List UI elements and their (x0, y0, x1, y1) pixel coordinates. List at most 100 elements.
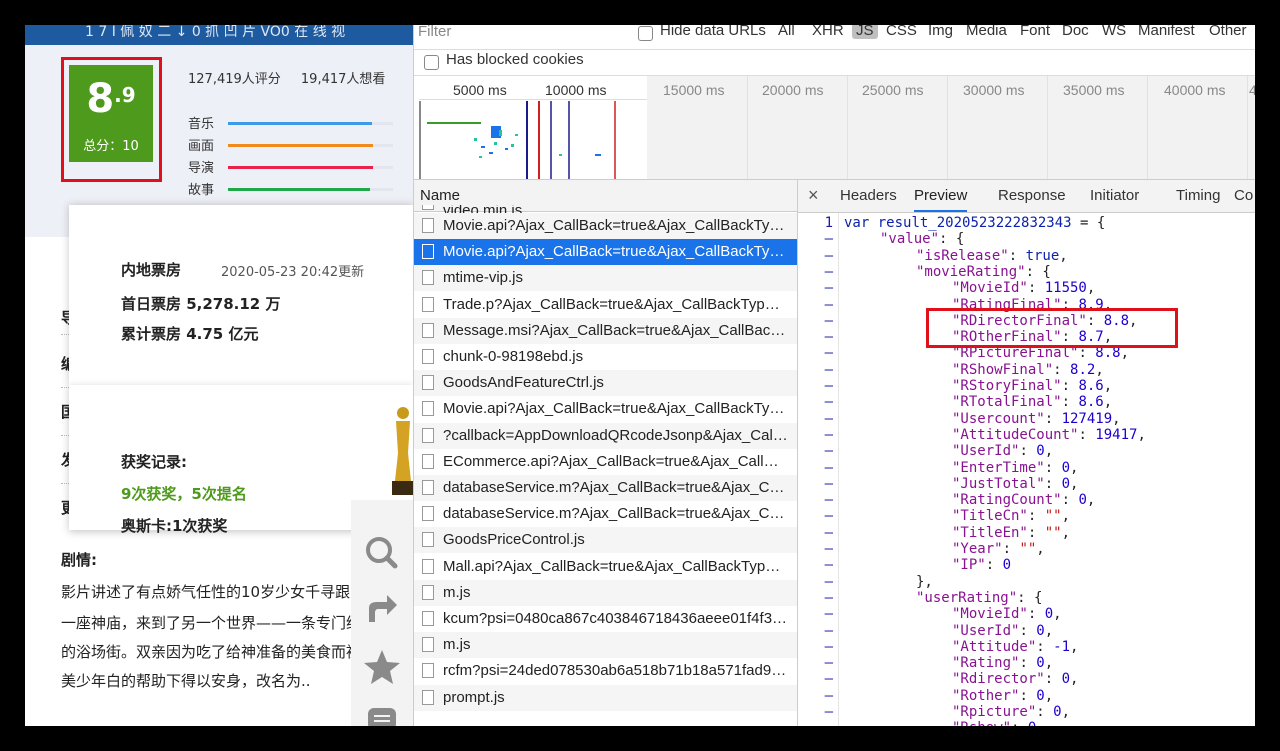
code-token: "RShowFinal" (952, 361, 1054, 378)
request-row[interactable]: kcum?psi=0480ca867c403846718436aeee01f4f… (414, 606, 797, 632)
code-token: 0 (1036, 655, 1045, 672)
code-line: "userRating": { (916, 590, 1042, 606)
request-row[interactable]: GoodsPriceControl.js (414, 527, 797, 554)
rating-bar-fill (228, 144, 374, 147)
code-token: "Attitude" (952, 638, 1037, 655)
close-icon[interactable]: × (808, 180, 819, 210)
filter-input[interactable]: Filter (418, 25, 618, 45)
filter-xhr[interactable]: XHR (812, 25, 844, 39)
request-row[interactable]: GoodsAndFeatureCtrl.js (414, 370, 797, 397)
request-row[interactable]: Mall.api?Ajax_CallBack=true&Ajax_CallBac… (414, 554, 797, 580)
code-token: , (1059, 247, 1068, 264)
blocked-cookies-checkbox[interactable] (424, 55, 439, 70)
request-row[interactable]: ?callback=AppDownloadQRcodeJsonp&Ajax_Ca… (414, 422, 797, 449)
code-line: var result_2020523222832343 = { (844, 215, 1105, 231)
code-token: 11550 (1044, 280, 1087, 297)
rating-bar-track (228, 166, 393, 169)
code-token: "RStoryFinal" (952, 378, 1062, 394)
code-line: "Rdirector": 0, (952, 671, 1078, 687)
code-token: : (1019, 622, 1037, 639)
request-row[interactable]: prompt.js (414, 684, 797, 711)
request-row[interactable]: Movie.api?Ajax_CallBack=true&Ajax_CallBa… (414, 239, 797, 266)
filter-doc[interactable]: Doc (1062, 25, 1089, 39)
request-name: Trade.p?Ajax_CallBack=true&Ajax_CallBack… (443, 295, 788, 313)
code-token: , (1070, 671, 1079, 688)
code-token: var (844, 215, 870, 231)
search-icon (366, 537, 398, 569)
line-marker: – (824, 606, 833, 623)
code-token: 19417 (1095, 426, 1138, 443)
code-token: , (1070, 459, 1079, 476)
tab-response[interactable]: Response (998, 180, 1066, 212)
code-token: "EnterTime" (952, 459, 1045, 476)
code-token: : (1027, 508, 1045, 525)
awards-count[interactable]: 9次获奖，5次提名 (121, 483, 247, 504)
tab-timing[interactable]: Timing (1176, 180, 1220, 212)
request-row[interactable]: Trade.p?Ajax_CallBack=true&Ajax_CallBack… (414, 292, 797, 318)
overview-selection[interactable]: 5000 ms 10000 ms (419, 76, 648, 179)
code-line: "UserId": 0, (952, 443, 1053, 459)
overview-timeline: 15000 ms 20000 ms 25000 ms 30000 ms 3500… (647, 76, 1255, 179)
request-row[interactable]: rcfm?psi=24ded078530ab6a518b71b18a571fad… (414, 658, 797, 684)
filter-all[interactable]: All (778, 25, 795, 39)
code-line: "MovieId": 0, (952, 606, 1062, 622)
filter-ws[interactable]: WS (1102, 25, 1126, 39)
plot-line: 的浴场街。双亲因为吃了给神准备的美食而被变成 (61, 643, 392, 661)
line-number: 1 (824, 215, 833, 231)
filter-media[interactable]: Media (966, 25, 1007, 39)
favorite-tool-button[interactable] (351, 640, 413, 696)
request-row[interactable]: Movie.api?Ajax_CallBack=true&Ajax_CallBa… (414, 213, 797, 239)
line-marker: – (824, 410, 833, 427)
share-tool-button[interactable] (351, 582, 413, 638)
detail-tabs: × Headers Preview Response Initiator Tim… (798, 180, 1255, 213)
waterfall-overview-graph (419, 101, 616, 179)
line-marker: – (824, 247, 833, 264)
request-row[interactable]: chunk-0-98198ebd.js (414, 344, 797, 370)
network-overview[interactable]: 5000 ms 10000 ms 15000 ms 20000 ms 25000… (414, 76, 1255, 180)
request-row[interactable]: m.js (414, 579, 797, 606)
filter-js[interactable]: JS (852, 25, 878, 39)
search-tool-button[interactable] (351, 525, 413, 581)
code-line: "Rshow": 0, (952, 720, 1045, 726)
request-name: ECommerce.api?Ajax_CallBack=true&Ajax_Ca… (443, 452, 788, 470)
filter-css[interactable]: CSS (886, 25, 917, 39)
request-row[interactable]: databaseService.m?Ajax_CallBack=true&Aja… (414, 475, 797, 501)
line-marker: – (824, 557, 833, 574)
line-marker: – (824, 541, 833, 557)
code-token: "UserId" (952, 622, 1020, 639)
code-token: : { (1017, 589, 1043, 606)
request-row[interactable]: ECommerce.api?Ajax_CallBack=true&Ajax_Ca… (414, 449, 797, 475)
request-row[interactable]: Movie.api?Ajax_CallBack=true&Ajax_CallBa… (414, 396, 797, 422)
comment-tool-button[interactable] (351, 698, 413, 726)
code-token: , (1036, 541, 1045, 557)
tick-line (747, 76, 748, 179)
hide-data-urls-checkbox[interactable] (638, 26, 653, 41)
request-row[interactable]: mtime-vip.js (414, 265, 797, 292)
code-line: }, (916, 574, 933, 590)
tab-initiator[interactable]: Initiator (1090, 180, 1139, 212)
line-marker: – (824, 280, 833, 297)
tab-preview[interactable]: Preview (914, 180, 968, 212)
code-token: : (1044, 671, 1062, 688)
code-token: 8.6 (1078, 378, 1104, 394)
tab-headers[interactable]: Headers (840, 180, 897, 212)
tab-cookies[interactable]: Co (1234, 180, 1253, 212)
filter-bar: Filter Hide data URLs All XHR JS CSS Img… (414, 25, 1255, 50)
line-marker: – (824, 378, 833, 394)
code-line: "movieRating": { (916, 264, 1051, 280)
filter-other[interactable]: Other (1209, 25, 1247, 39)
oscar-statue-icon (392, 407, 413, 495)
share-icon (369, 595, 397, 622)
request-row[interactable]: Message.msi?Ajax_CallBack=true&Ajax_Call… (414, 317, 797, 344)
filter-manifest[interactable]: Manifest (1138, 25, 1195, 39)
line-marker: – (824, 296, 833, 313)
code-line: "Year": "", (952, 541, 1045, 557)
code-line: "AttitudeCount": 19417, (952, 427, 1146, 443)
oscar-awards[interactable]: 奥斯卡:1次获奖 (121, 515, 227, 536)
filter-img[interactable]: Img (928, 25, 953, 39)
filter-font[interactable]: Font (1020, 25, 1050, 39)
request-row[interactable]: m.js (414, 632, 797, 659)
rating-bar-label: 故事 (188, 183, 215, 198)
code-token: : (1078, 426, 1096, 443)
request-row[interactable]: databaseService.m?Ajax_CallBack=true&Aja… (414, 501, 797, 527)
